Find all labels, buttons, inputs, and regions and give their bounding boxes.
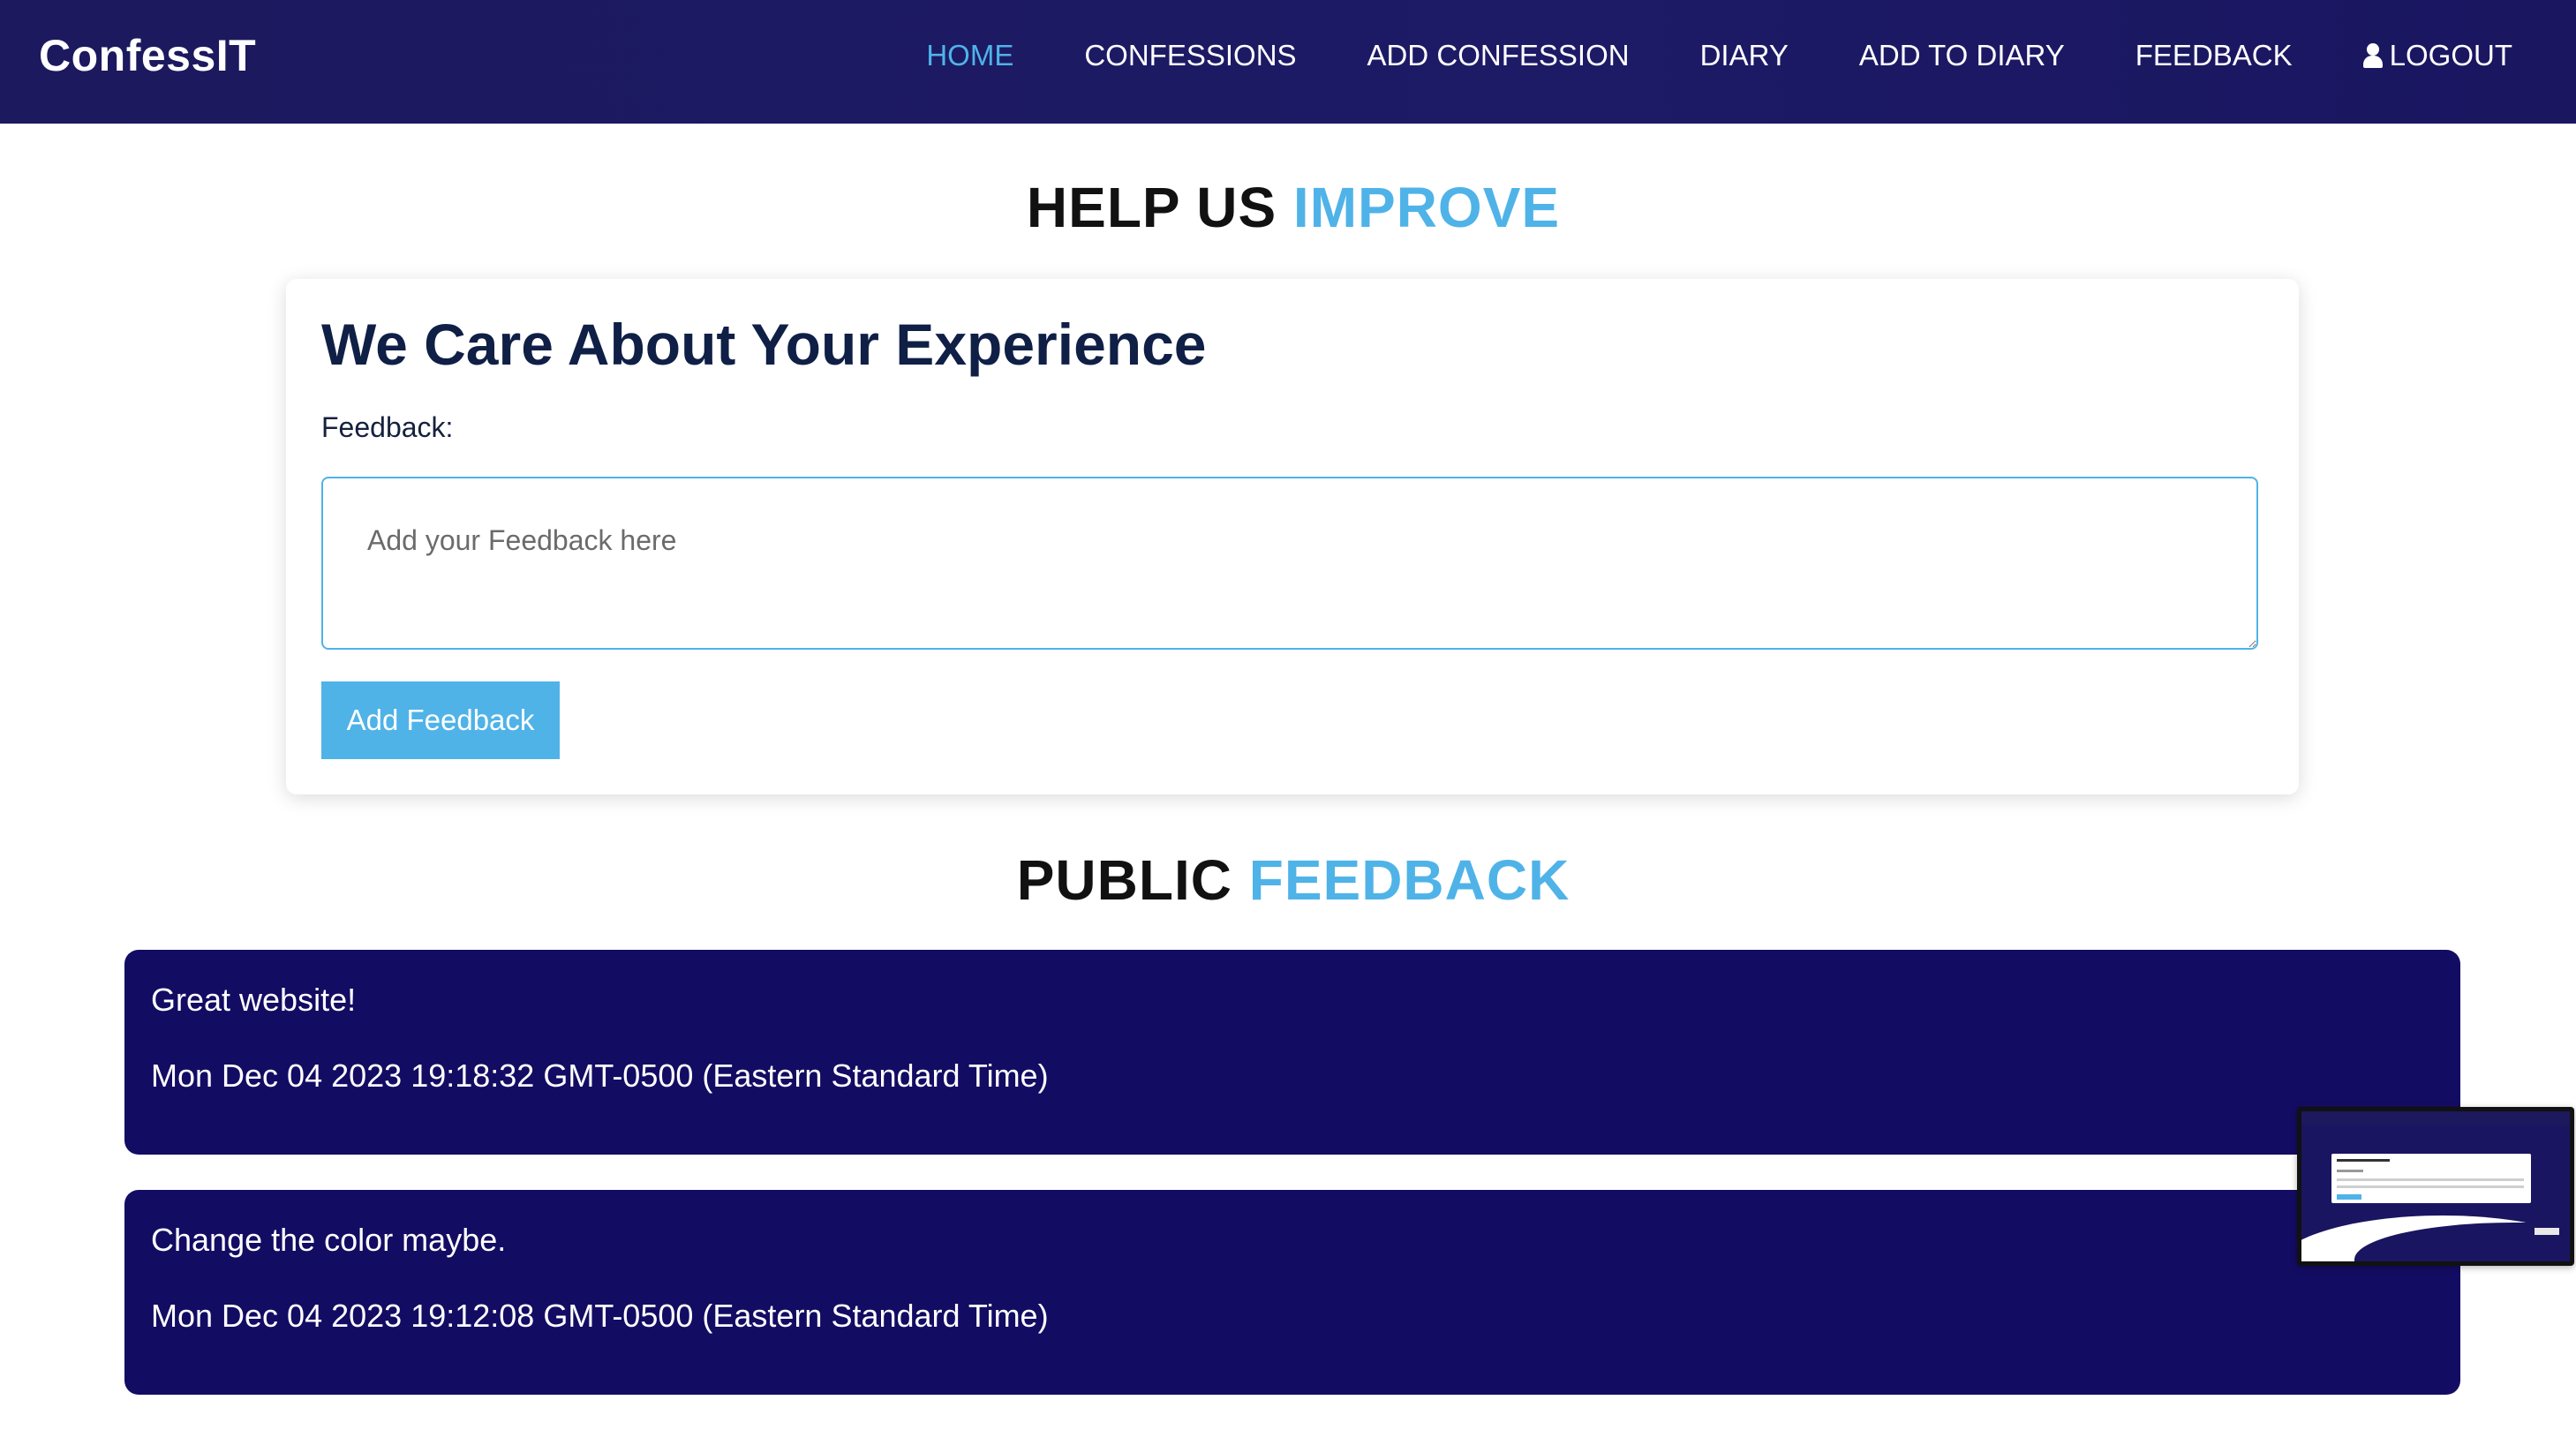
form-heading: We Care About Your Experience xyxy=(321,312,1207,377)
feedback-item: Great website! Mon Dec 04 2023 19:18:32 … xyxy=(124,950,2460,1155)
title-accent: IMPROVE xyxy=(1292,176,1561,239)
feedback-form-card: We Care About Your Experience Feedback: … xyxy=(286,279,2299,794)
feedback-text: Great website! xyxy=(151,982,357,1018)
nav-item-label: CONFESSIONS xyxy=(1084,39,1297,72)
screenshot-preview-thumbnail[interactable] xyxy=(2297,1107,2574,1266)
nav-item-label: DIARY xyxy=(1699,39,1789,72)
title-prefix: PUBLIC xyxy=(1016,848,1232,912)
nav-item-logout[interactable]: LOGOUT xyxy=(2362,39,2512,72)
feedback-item: Change the color maybe. Mon Dec 04 2023 … xyxy=(124,1190,2460,1395)
nav-links: HOME CONFESSIONS ADD CONFESSION DIARY AD… xyxy=(926,39,2512,72)
user-icon xyxy=(2362,43,2383,68)
public-feedback-title: PUBLIC FEEDBACK xyxy=(0,847,2576,913)
feedback-label: Feedback: xyxy=(321,411,454,443)
add-feedback-button[interactable]: Add Feedback xyxy=(321,681,560,759)
public-feedback-list: Great website! Mon Dec 04 2023 19:18:32 … xyxy=(124,950,2460,1430)
nav-item-label: ADD CONFESSION xyxy=(1367,39,1630,72)
feedback-text: Change the color maybe. xyxy=(151,1222,507,1258)
nav-item-confessions[interactable]: CONFESSIONS xyxy=(1084,39,1296,72)
title-accent: FEEDBACK xyxy=(1248,848,1570,912)
feedback-textarea[interactable] xyxy=(321,477,2258,650)
feedback-date: Mon Dec 04 2023 19:18:32 GMT-0500 (Easte… xyxy=(151,1057,1049,1094)
nav-item-label: FEEDBACK xyxy=(2135,39,2293,72)
nav-item-add-confession[interactable]: ADD CONFESSION xyxy=(1367,39,1630,72)
title-prefix: HELP US xyxy=(1026,176,1277,239)
nav-item-label: HOME xyxy=(926,39,1014,72)
nav-item-feedback[interactable]: FEEDBACK xyxy=(2135,39,2293,72)
nav-item-label: LOGOUT xyxy=(2389,39,2512,72)
nav-item-add-to-diary[interactable]: ADD TO DIARY xyxy=(1859,39,2065,72)
feedback-date: Mon Dec 04 2023 19:12:08 GMT-0500 (Easte… xyxy=(151,1298,1049,1334)
thumb-card xyxy=(2331,1154,2531,1203)
brand-logo[interactable]: ConfessIT xyxy=(39,30,256,81)
top-navbar: ConfessIT HOME CONFESSIONS ADD CONFESSIO… xyxy=(0,0,2576,124)
nav-item-home[interactable]: HOME xyxy=(926,39,1013,72)
nav-item-label: ADD TO DIARY xyxy=(1858,39,2065,72)
help-us-improve-title: HELP US IMPROVE xyxy=(0,175,2576,240)
nav-item-diary[interactable]: DIARY xyxy=(1700,39,1789,72)
thumb-navbar xyxy=(2301,1111,2570,1125)
